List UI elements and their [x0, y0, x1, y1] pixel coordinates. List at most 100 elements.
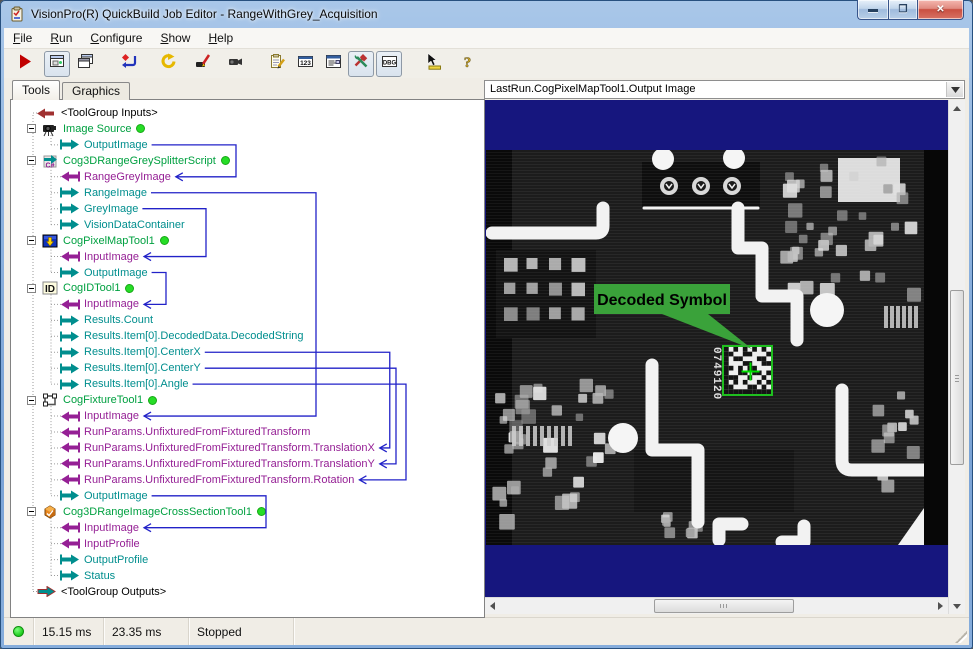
job-window-icon	[49, 53, 66, 75]
pcb-hole	[810, 293, 844, 327]
horizontal-scrollbar[interactable]	[484, 597, 948, 614]
vertical-scrollbar[interactable]	[948, 100, 965, 614]
menu-configure[interactable]: Configure	[81, 28, 151, 48]
tree-item-runparams-unfixturedfromfixturedtransform-translationx[interactable]: RunParams.UnfixturedFromFixturedTransfor…	[11, 440, 375, 456]
help-button[interactable]: ?	[454, 51, 480, 77]
tree-item-rangeimage[interactable]: RangeImage	[11, 185, 147, 201]
run-job-button[interactable]	[12, 51, 38, 77]
edit-tool-button[interactable]	[190, 51, 216, 77]
edit-job-button[interactable]	[264, 51, 290, 77]
tree-item-toolgroup-inputs[interactable]: <ToolGroup Inputs>	[11, 105, 158, 121]
output-pin-arrow-icon	[59, 267, 81, 278]
tree-item-outputprofile[interactable]: OutputProfile	[11, 552, 148, 568]
tree-item-runparams-unfixturedfromfixturedtransform-translationy[interactable]: RunParams.UnfixturedFromFixturedTransfor…	[11, 456, 375, 472]
tree-item-outputimage[interactable]: OutputImage	[11, 488, 148, 504]
vertical-scroll-thumb[interactable]	[950, 290, 964, 465]
debug-mode-button[interactable]: DBG	[376, 51, 402, 77]
tree-item-runparams-unfixturedfromfixturedtransform-rotation[interactable]: RunParams.UnfixturedFromFixturedTransfor…	[11, 472, 354, 488]
maximize-button[interactable]: ❒	[888, 0, 917, 20]
collapse-expander-icon[interactable]	[27, 507, 36, 516]
tree-item-rangegreyimage[interactable]: RangeGreyImage	[11, 169, 171, 185]
chevron-down-icon[interactable]	[946, 82, 963, 97]
close-button[interactable]: ✕	[917, 0, 964, 20]
tree-item-runparams-unfixturedfromfixturedtransform[interactable]: RunParams.UnfixturedFromFixturedTransfor…	[11, 424, 310, 440]
show-properties-button[interactable]	[320, 51, 346, 77]
tree-item-label: Results.Item[0].Angle	[84, 378, 189, 390]
tree-item-results-item-0-centerx[interactable]: Results.Item[0].CenterX	[11, 344, 201, 360]
tab-tools[interactable]: Tools	[12, 80, 60, 100]
input-pin-arrow-icon	[59, 427, 81, 438]
cascade-job-displays-button[interactable]	[72, 51, 98, 77]
tree-item-label: RunParams.UnfixturedFromFixturedTransfor…	[84, 426, 310, 438]
image-selector-combobox[interactable]: LastRun.CogPixelMapTool1.Output Image	[484, 80, 965, 99]
output-pin-arrow-icon	[59, 363, 81, 374]
show-values-button[interactable]: 123	[292, 51, 318, 77]
input-pin-arrow-icon	[59, 299, 81, 310]
menu-help[interactable]: Help	[199, 28, 242, 48]
tree-item-cog3drangeimagecrosssectiontool1[interactable]: Cog3DRangeImageCrossSectionTool1	[11, 504, 266, 520]
tree-item-cogpixelmaptool1[interactable]: CogPixelMapTool1	[11, 233, 169, 249]
pcb-hole	[608, 423, 638, 453]
tree-item-results-item-0-decodeddata-decodedstring[interactable]: Results.Item[0].DecodedData.DecodedStrin…	[11, 328, 304, 344]
menu-run[interactable]: Run	[41, 28, 81, 48]
acquire-image-button[interactable]	[222, 51, 248, 77]
collapse-expander-icon[interactable]	[27, 156, 36, 165]
tree-item-toolgroup-outputs[interactable]: <ToolGroup Outputs>	[11, 584, 166, 600]
reset-job-button[interactable]	[116, 51, 142, 77]
tree-item-results-item-0-centery[interactable]: Results.Item[0].CenterY	[11, 360, 201, 376]
toolgroup-input-arrow-icon	[35, 108, 57, 119]
tree-item-outputimage[interactable]: OutputImage	[11, 265, 148, 281]
tree-item-inputprofile[interactable]: InputProfile	[11, 536, 140, 552]
tree-item-cogidtool1[interactable]: IDCogIDTool1	[11, 280, 134, 296]
output-pin-arrow-icon	[59, 490, 81, 501]
tree-item-outputimage[interactable]: OutputImage	[11, 137, 148, 153]
measure-pointer-button[interactable]	[420, 51, 446, 77]
output-pin-arrow-icon	[59, 315, 81, 326]
tree-item-label: <ToolGroup Outputs>	[61, 586, 166, 598]
image-display-canvas: 0749120Decoded Symbol	[484, 100, 948, 597]
resize-grip[interactable]	[955, 631, 967, 643]
title-bar[interactable]: VisionPro(R) QuickBuild Job Editor - Ran…	[0, 0, 973, 28]
menu-show[interactable]: Show	[151, 28, 199, 48]
menu-bar: FileRunConfigureShowHelp	[4, 28, 969, 49]
tool-ran-indicator	[160, 236, 169, 245]
tab-graphics[interactable]: Graphics	[62, 82, 130, 100]
collapse-expander-icon[interactable]	[27, 396, 36, 405]
horizontal-scroll-thumb[interactable]	[654, 599, 794, 613]
scroll-right-icon[interactable]	[932, 598, 948, 614]
tree-item-status[interactable]: Status	[11, 568, 115, 584]
tree-item-cogfixturetool1[interactable]: CogFixtureTool1	[11, 392, 157, 408]
collapse-expander-icon[interactable]	[27, 284, 36, 293]
tree-item-inputimage[interactable]: InputImage	[11, 408, 139, 424]
tree-item-inputimage[interactable]: InputImage	[11, 520, 139, 536]
property-list-icon	[325, 53, 342, 75]
tree-item-label: Results.Count	[84, 314, 153, 326]
tree-item-image-source[interactable]: Image Source	[11, 121, 145, 137]
thumb-grip	[955, 375, 959, 382]
scroll-down-icon[interactable]	[949, 598, 965, 614]
refresh-job-button[interactable]	[154, 51, 180, 77]
window-controls: ▬ ❒ ✕	[857, 0, 964, 20]
menu-file[interactable]: File	[4, 28, 41, 48]
tree-item-greyimage[interactable]: GreyImage	[11, 201, 138, 217]
tree-item-label: Status	[84, 570, 115, 582]
numeric-123-icon: 123	[297, 53, 314, 75]
tree-item-label: OutputImage	[84, 267, 148, 279]
scroll-up-icon[interactable]	[949, 100, 965, 116]
tool-ran-indicator	[148, 396, 157, 405]
show-job-display-button[interactable]	[44, 51, 70, 77]
tool-ran-indicator	[136, 124, 145, 133]
tree-view[interactable]: <ToolGroup Inputs>Image SourceOutputImag…	[10, 99, 485, 618]
minimize-button[interactable]: ▬	[857, 0, 888, 20]
tree-item-results-item-0-angle[interactable]: Results.Item[0].Angle	[11, 376, 189, 392]
show-tools-button[interactable]	[348, 51, 374, 77]
collapse-expander-icon[interactable]	[27, 236, 36, 245]
scroll-left-icon[interactable]	[484, 598, 500, 614]
tree-item-inputimage[interactable]: InputImage	[11, 249, 139, 265]
tree-item-results-count[interactable]: Results.Count	[11, 312, 153, 328]
tree-item-inputimage[interactable]: InputImage	[11, 296, 139, 312]
tree-item-cog3drangegreysplitterscript[interactable]: C#Cog3DRangeGreySplitterScript	[11, 153, 230, 169]
tree-item-visiondatacontainer[interactable]: VisionDataContainer	[11, 217, 185, 233]
collapse-expander-icon[interactable]	[27, 124, 36, 133]
camera-tool-icon	[42, 121, 58, 137]
